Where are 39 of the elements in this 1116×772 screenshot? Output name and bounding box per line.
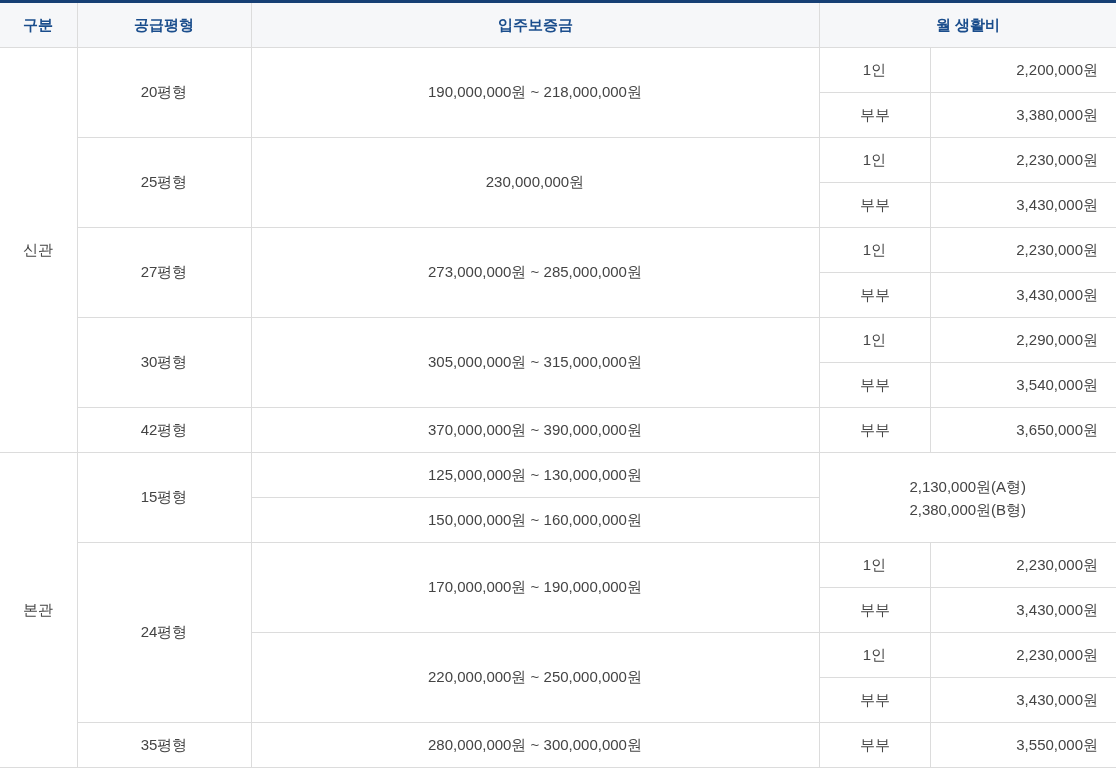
table-cell: 273,000,000원 ~ 285,000,000원 bbox=[251, 227, 819, 318]
table-cell: 부부 bbox=[819, 362, 930, 408]
table-cell: 부부 bbox=[819, 722, 930, 768]
table-cell: 35평형 bbox=[77, 722, 251, 768]
table-cell: 25평형 bbox=[77, 137, 251, 228]
table-cell: 부부 bbox=[819, 587, 930, 633]
table-cell: 24평형 bbox=[77, 542, 251, 723]
table-cell: 부부 bbox=[819, 182, 930, 228]
table-cell: 230,000,000원 bbox=[251, 137, 819, 228]
table-cell: 280,000,000원 ~ 300,000,000원 bbox=[251, 722, 819, 768]
table-cell: 부부 bbox=[819, 677, 930, 723]
table-cell: 370,000,000원 ~ 390,000,000원 bbox=[251, 407, 819, 453]
table-cell: 170,000,000원 ~ 190,000,000원 bbox=[251, 542, 819, 633]
column-header: 구분 bbox=[0, 1, 77, 48]
table-cell: 125,000,000원 ~ 130,000,000원 bbox=[251, 452, 819, 498]
monthly-fee-text: 2,380,000원(B형) bbox=[909, 499, 1027, 520]
table-cell: 15평형 bbox=[77, 452, 251, 543]
table-cell: 1인 bbox=[819, 47, 930, 93]
column-header: 공급평형 bbox=[77, 1, 251, 48]
table-cell: 190,000,000원 ~ 218,000,000원 bbox=[251, 47, 819, 138]
table-cell: 305,000,000원 ~ 315,000,000원 bbox=[251, 317, 819, 408]
table-cell: 부부 bbox=[819, 407, 930, 453]
table-cell: 220,000,000원 ~ 250,000,000원 bbox=[251, 632, 819, 723]
table-cell: 1인 bbox=[819, 317, 930, 363]
table-cell: 본관 bbox=[0, 452, 77, 768]
column-header: 입주보증금 bbox=[251, 1, 819, 48]
column-header: 월 생활비 bbox=[819, 1, 1116, 48]
table-cell: 부부 bbox=[819, 272, 930, 318]
table-cell: 30평형 bbox=[77, 317, 251, 408]
table-cell: 27평형 bbox=[77, 227, 251, 318]
table-cell: 42평형 bbox=[77, 407, 251, 453]
table-cell: 1인 bbox=[819, 137, 930, 183]
table-cell: 신관 bbox=[0, 47, 77, 453]
monthly-fee-text: 2,130,000원(A형) bbox=[909, 476, 1027, 497]
table-cell: 1인 bbox=[819, 227, 930, 273]
table-cell: 20평형 bbox=[77, 47, 251, 138]
table-cell: 1인 bbox=[819, 632, 930, 678]
table-cell: 부부 bbox=[819, 92, 930, 138]
table-cell: 1인 bbox=[819, 542, 930, 588]
